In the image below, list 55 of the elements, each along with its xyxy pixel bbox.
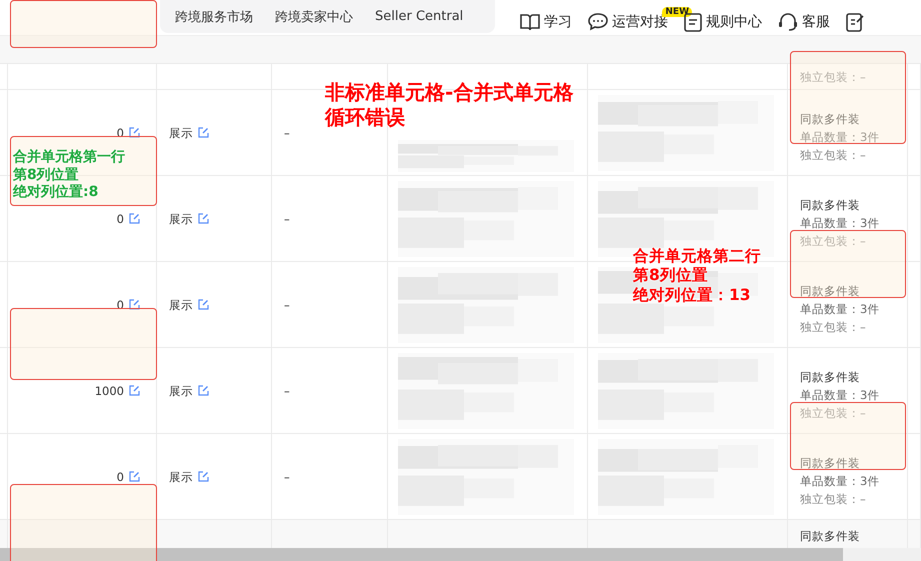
pack-title: 同款多件装 [800, 112, 860, 126]
display-status: 展示 [169, 298, 193, 312]
pack-count: 单品数量：3件 [800, 474, 880, 488]
edit-icon[interactable] [129, 385, 140, 396]
nav-link[interactable] [846, 12, 864, 32]
pack-individual: 独立包装：– [800, 406, 866, 420]
quantity-value: 0 [116, 470, 124, 484]
note-value: – [284, 298, 290, 312]
chat-icon [588, 12, 608, 30]
nav-tab[interactable]: Seller Central [375, 9, 464, 24]
edit-icon[interactable] [129, 213, 140, 224]
edit-icon[interactable] [129, 299, 140, 310]
nav-tab[interactable]: 跨境服务市场 [175, 8, 253, 26]
pack-individual: 独立包装：– [800, 234, 866, 248]
annotation-text: 合并单元格第二行 第8列位置 绝对列位置：13 [633, 247, 761, 306]
nav-tab[interactable]: 跨境卖家中心 [275, 8, 353, 26]
edit-icon [846, 12, 864, 32]
pack-individual: 独立包装：– [800, 148, 866, 162]
annotation-text: 非标准单元格-合并式单元格 循环错误 [325, 80, 574, 130]
quantity-value: 1000 [94, 384, 124, 398]
pack-individual: 独立包装：– [800, 492, 866, 506]
pack-count: 单品数量：3件 [800, 388, 880, 402]
pack-count: 单品数量：3件 [800, 130, 880, 144]
edit-icon[interactable] [198, 385, 209, 396]
edit-icon[interactable] [129, 127, 140, 138]
display-status: 展示 [169, 470, 193, 484]
edit-icon[interactable] [198, 299, 209, 310]
scrollbar[interactable] [0, 548, 921, 561]
nav-link[interactable]: 学习 [520, 12, 572, 30]
nav-link[interactable]: 客服 [778, 12, 830, 30]
note-value: – [284, 384, 290, 398]
note-value: – [284, 126, 290, 140]
pack-individual: 独立包装：– [800, 320, 866, 334]
headset-icon [778, 12, 798, 30]
display-status: 展示 [169, 126, 193, 140]
pack-title: 同款多件装 [800, 529, 860, 543]
pack-count: 单品数量：3件 [800, 302, 880, 316]
display-status: 展示 [169, 212, 193, 226]
pack-title: 同款多件装 [800, 284, 860, 298]
pack-title: 同款多件装 [800, 370, 860, 384]
edit-icon[interactable] [129, 471, 140, 482]
pack-title: 同款多件装 [800, 198, 860, 212]
note-value: – [284, 470, 290, 484]
annotation-text: 合并单元格第一行 第8列位置 绝对列位置:8 [13, 149, 125, 202]
pack-count: 单品数量：3件 [800, 216, 880, 230]
display-status: 展示 [169, 384, 193, 398]
pack-title: 同款多件装 [800, 456, 860, 470]
edit-icon[interactable] [198, 471, 209, 482]
new-badge: NEW [662, 6, 692, 16]
pack-individual: 独立包装：– [800, 70, 866, 84]
book-icon [520, 12, 540, 30]
edit-icon[interactable] [198, 213, 209, 224]
edit-icon[interactable] [198, 127, 209, 138]
note-value: – [284, 212, 290, 226]
quantity-value: 0 [116, 212, 124, 226]
